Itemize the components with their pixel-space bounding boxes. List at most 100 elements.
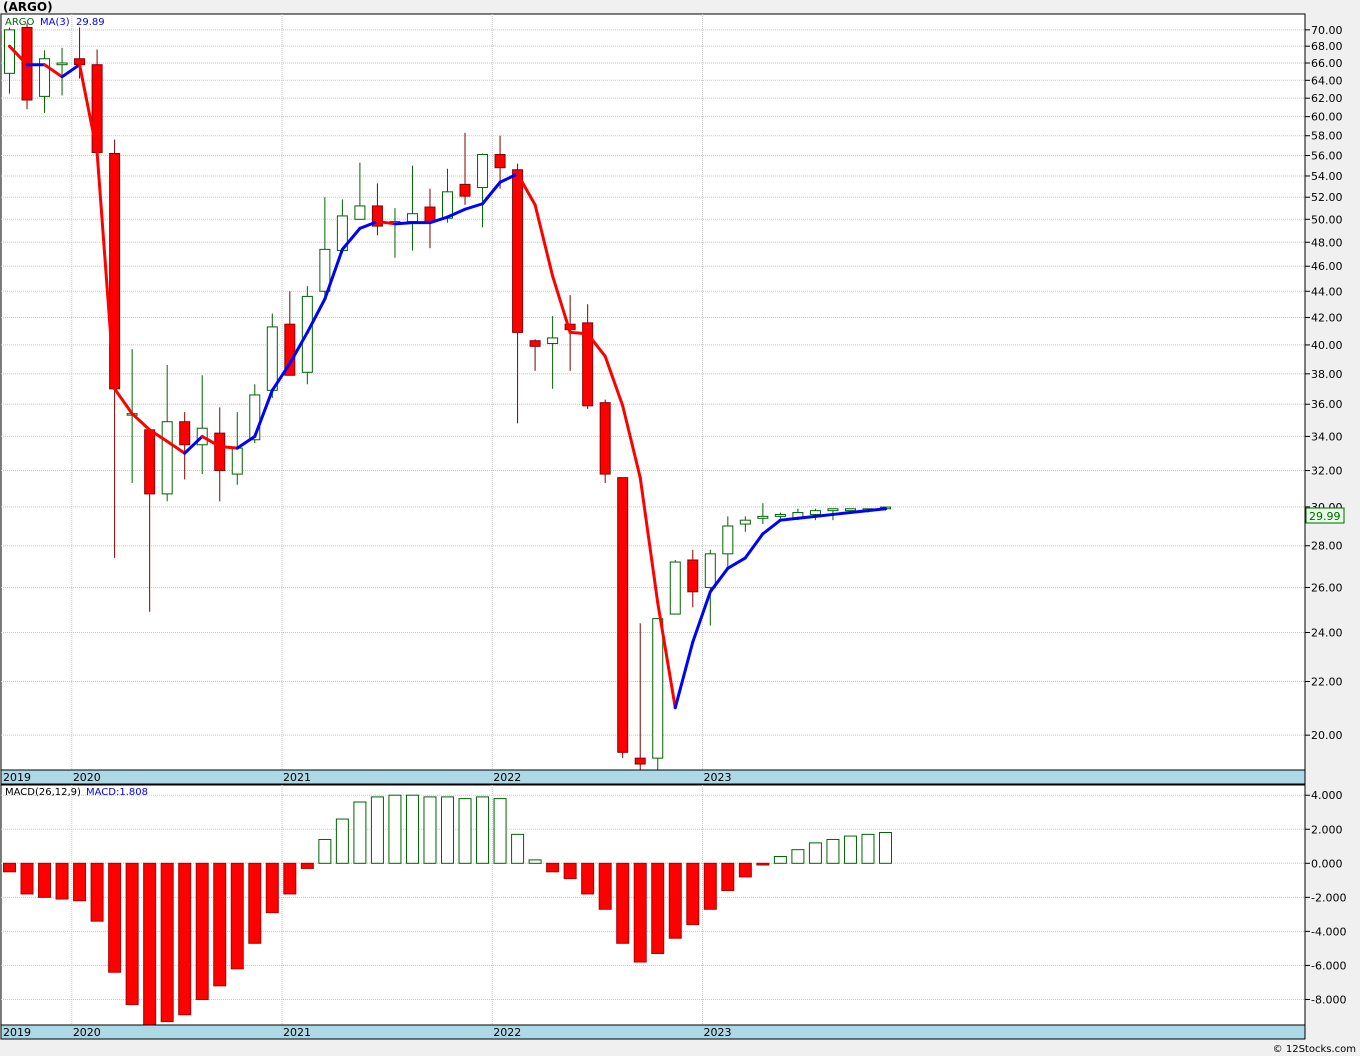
macd-bar <box>3 862 16 873</box>
macd-bar <box>563 862 577 880</box>
year-label: 2020 <box>73 771 101 784</box>
macd-tick-label: 2.000 <box>1311 823 1343 836</box>
macd-tick-label: -4.000 <box>1311 925 1346 938</box>
candle-body <box>179 421 191 446</box>
candle-body <box>231 447 243 475</box>
macd-bar <box>476 796 490 864</box>
macd-bar <box>160 862 174 1023</box>
candle-body <box>512 169 524 333</box>
macd-bar <box>441 796 454 864</box>
macd-bar <box>38 862 52 898</box>
macd-bar <box>73 862 87 902</box>
price-tick-label: 64.00 <box>1311 74 1343 87</box>
footer-credit: © 12Stocks.com <box>1273 1044 1356 1055</box>
price-tick-label: 28.00 <box>1311 540 1343 553</box>
macd-bar <box>633 862 647 963</box>
price-tick-label: 46.00 <box>1311 260 1343 273</box>
price-tick-label: 34.00 <box>1311 430 1343 443</box>
price-time-axis <box>0 769 1306 785</box>
macd-bar <box>125 862 139 1006</box>
price-tick-label: 58.00 <box>1311 130 1343 143</box>
candle-body <box>774 513 786 517</box>
macd-bar <box>686 862 700 926</box>
macd-bar <box>423 796 437 864</box>
price-tick-label: 42.00 <box>1311 311 1343 324</box>
legend-symbol: ARGO <box>5 17 35 28</box>
price-tick-label: 40.00 <box>1311 339 1343 352</box>
chart-title: (ARGO) <box>3 0 53 14</box>
candle-body <box>687 559 699 593</box>
macd-bar <box>756 862 770 866</box>
candle-body <box>757 515 769 519</box>
macd-bar <box>668 862 682 939</box>
ma-segment <box>866 507 887 513</box>
ma-segment <box>796 514 817 520</box>
macd-bar <box>528 859 542 864</box>
macd-bar <box>370 796 384 864</box>
candle-body <box>529 340 541 347</box>
year-label: 2021 <box>283 1026 311 1039</box>
macd-tick-label: -6.000 <box>1311 959 1346 972</box>
candle-body <box>669 561 681 615</box>
year-label: 2022 <box>493 1026 521 1039</box>
macd-bar <box>598 862 612 910</box>
legend-ma-value: 29.89 <box>76 17 105 28</box>
candle-body <box>406 213 418 223</box>
year-label: 2020 <box>73 1026 101 1039</box>
legend-ma: MA(3) <box>40 17 70 28</box>
macd-bar <box>195 862 209 1000</box>
macd-bar <box>703 862 717 910</box>
candle-body <box>459 183 471 197</box>
ma-segment <box>831 511 852 516</box>
macd-tick-label: -8.000 <box>1311 993 1346 1006</box>
price-tick-label: 32.00 <box>1311 465 1343 478</box>
macd-bar <box>265 862 279 914</box>
macd-bar <box>721 862 735 892</box>
macd-bar <box>616 862 630 944</box>
price-tick-label: 60.00 <box>1311 111 1343 124</box>
candle-body <box>547 337 559 345</box>
candle-body <box>424 206 436 223</box>
macd-bar <box>879 832 892 864</box>
candle-body <box>634 757 646 765</box>
macd-bar <box>300 862 314 869</box>
macd-bar <box>791 849 805 864</box>
price-tick-label: 68.00 <box>1311 40 1343 53</box>
year-label: 2023 <box>704 771 732 784</box>
macd-bar <box>546 862 560 873</box>
macd-bar <box>773 855 787 864</box>
candle-body <box>477 153 489 189</box>
macd-bar <box>335 818 349 864</box>
macd-bar <box>178 862 192 1016</box>
year-label: 2023 <box>704 1026 732 1039</box>
candle-body <box>214 432 226 472</box>
candle-body <box>739 519 751 525</box>
ma-segment <box>778 516 800 522</box>
ma-segment <box>813 512 835 518</box>
stock-chart: (ARGO) 20.0022.0024.0026.0028.0030.0032.… <box>0 0 1360 1056</box>
macd-tick-label: 4.000 <box>1311 789 1343 802</box>
macd-bar <box>843 835 857 864</box>
price-tick-label: 24.00 <box>1311 627 1343 640</box>
macd-bar <box>230 862 244 970</box>
macd-bar <box>353 801 367 864</box>
year-label: 2019 <box>3 771 31 784</box>
candle-body <box>809 510 821 515</box>
candle-body <box>266 326 278 391</box>
price-tick-label: 26.00 <box>1311 581 1343 594</box>
macd-bar <box>651 862 665 955</box>
price-tick-label: 56.00 <box>1311 149 1343 162</box>
price-tick-label: 50.00 <box>1311 213 1343 226</box>
macd-bar <box>90 862 104 922</box>
candle-body <box>599 402 611 475</box>
price-tick-label: 22.00 <box>1311 676 1343 689</box>
candle-body <box>617 477 629 753</box>
candle-body <box>494 153 506 169</box>
year-label: 2019 <box>3 1026 31 1039</box>
ma-segment <box>568 330 590 336</box>
candle-body <box>354 205 366 220</box>
macd-bar <box>826 838 840 864</box>
macd-bar <box>55 862 69 900</box>
year-label: 2021 <box>283 771 311 784</box>
macd-bar <box>108 862 122 973</box>
